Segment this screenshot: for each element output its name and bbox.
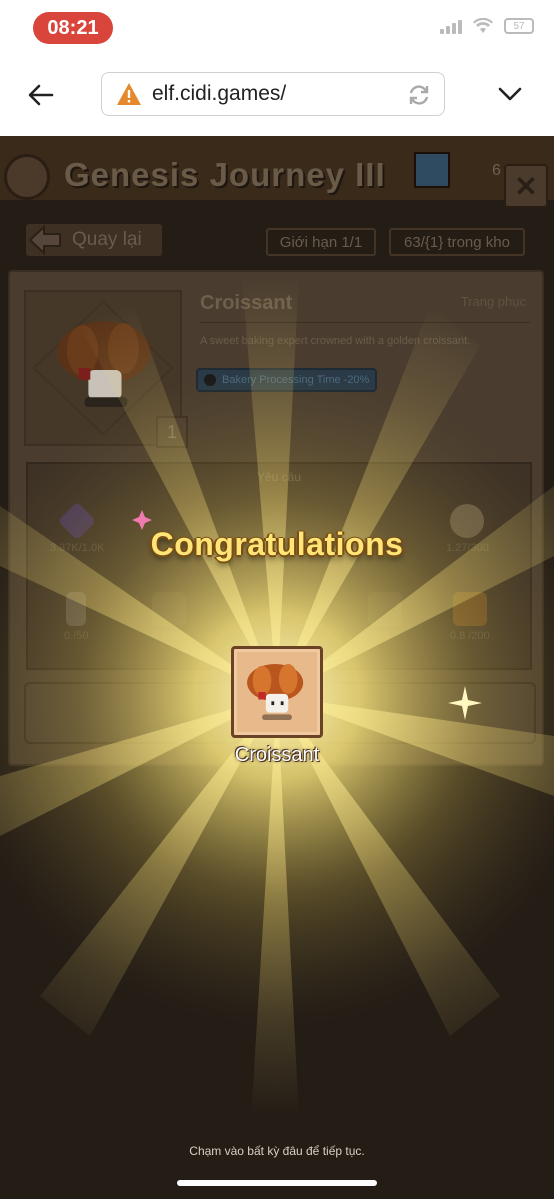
requirement-amount: 0./50	[64, 630, 89, 642]
signal-icon	[440, 18, 462, 34]
chevron-down-icon[interactable]	[496, 80, 524, 108]
home-indicator[interactable]	[177, 1180, 377, 1186]
reward-item-name: Croissant	[234, 744, 320, 766]
game-title: Genesis Journey III	[64, 156, 386, 193]
url-text: elf.cidi.games/	[152, 82, 287, 105]
sparkle-icon	[132, 510, 152, 530]
ingredient-icon	[368, 592, 402, 626]
header-item-icon	[414, 152, 450, 188]
item-name: Croissant	[200, 292, 293, 314]
warning-icon	[117, 83, 141, 105]
item-description: A sweet baking expert crowned with a gol…	[200, 322, 530, 347]
requirement-amount: /208	[368, 630, 390, 642]
item-count: 1	[156, 416, 188, 448]
requirement-item: /208	[368, 592, 402, 642]
swirl-icon	[4, 154, 50, 200]
wifi-icon	[473, 18, 493, 33]
requirement-item: 0.8 /200	[450, 592, 490, 642]
clock-icon	[204, 374, 216, 386]
sparkle-icon	[448, 686, 482, 720]
bonus-badge: Bakery Processing Time -20%	[196, 368, 378, 392]
item-portrait: 1	[24, 290, 188, 448]
requirement-amount: 4.4/30	[152, 630, 183, 642]
browser-toolbar: elf.cidi.games/	[0, 56, 554, 136]
close-button[interactable]: ✕	[504, 164, 548, 208]
game-header: Genesis Journey III 6	[0, 136, 554, 200]
back-arrow-icon	[28, 225, 61, 255]
back-button[interactable]: Quay lại	[26, 224, 162, 256]
reload-icon[interactable]	[406, 82, 432, 108]
item-type: Trang phục	[460, 294, 526, 309]
reward-item-frame	[231, 646, 323, 738]
bonus-text: Bakery Processing Time -20%	[222, 374, 370, 386]
ingredient-icon	[152, 592, 186, 626]
tap-to-continue-hint: Chạm vào bất kỳ đâu để tiếp tục.	[189, 1144, 365, 1158]
back-button-label: Quay lại	[72, 229, 142, 250]
requirements-box: Yêu cầu 3.37K/1.0K 1.27/300 0./50 4.4/30…	[26, 462, 532, 670]
status-time: 08:21	[33, 12, 113, 44]
stock-badge: 63/{1} trong kho	[389, 228, 525, 256]
congratulations-heading: Congratulations	[150, 526, 404, 562]
bread-icon	[452, 592, 487, 626]
battery-icon: 57	[504, 18, 534, 34]
status-icons: 57	[440, 18, 534, 34]
header-count: 6	[492, 162, 501, 179]
requirements-title: Yêu cầu	[256, 470, 302, 484]
mushroom-croissant-icon	[247, 663, 304, 721]
requirement-item: 4.4/30	[152, 592, 186, 642]
requirement-item: 0./50	[64, 592, 88, 642]
limit-badge: Giới hạn 1/1	[266, 228, 376, 256]
status-bar: 08:21 57	[0, 0, 554, 56]
milk-icon	[66, 592, 87, 626]
requirement-amount: 0.8 /200	[450, 630, 490, 642]
back-arrow-icon[interactable]	[24, 78, 58, 112]
game-canvas[interactable]: Genesis Journey III 6 ✕ Quay lại Giới hạ…	[0, 136, 554, 1199]
address-bar[interactable]: elf.cidi.games/	[101, 72, 445, 116]
